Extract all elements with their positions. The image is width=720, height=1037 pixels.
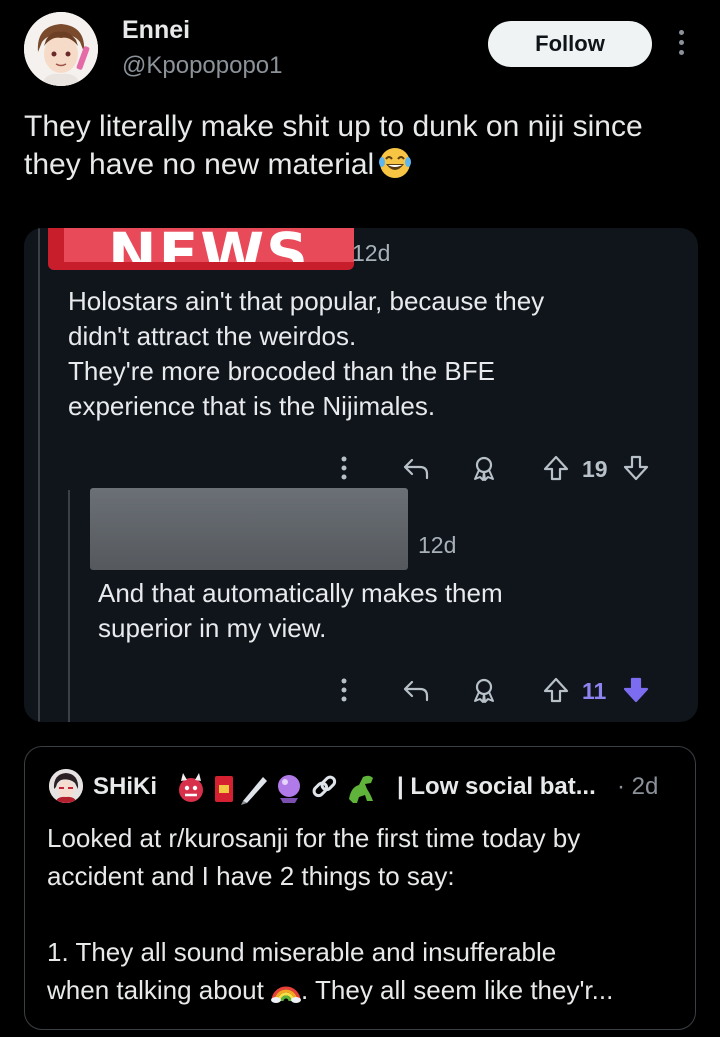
more-vertical-icon[interactable] <box>330 676 358 704</box>
link-icon <box>312 775 337 798</box>
comment-body: Holostars ain't that popular, because th… <box>68 284 678 424</box>
award-icon[interactable] <box>470 454 498 482</box>
reply-line: superior in my view. <box>98 613 327 643</box>
vote-count: 19 <box>582 456 608 482</box>
quoted-author-name: SHiKi <box>93 773 158 800</box>
reply-icon[interactable] <box>402 454 430 482</box>
more-vertical-icon[interactable] <box>330 454 358 482</box>
author-handle[interactable]: @Kpopopopo1 <box>122 52 283 80</box>
quoted-text-part2: . They all seem like they'r... <box>301 975 614 1005</box>
comment-line: didn't attract the weirdos. <box>68 321 357 351</box>
downvote-active-icon[interactable] <box>622 676 650 704</box>
reddit-screenshot[interactable]: NEWS 12d Holostars ain't that popular, b… <box>24 228 698 722</box>
news-banner-text: NEWS <box>108 228 310 262</box>
tweet-text: They literally make shit up to dunk on n… <box>24 108 696 184</box>
tweet-text-content: They literally make shit up to dunk on n… <box>24 110 643 181</box>
vote-count: 11 <box>582 678 607 704</box>
author-avatar[interactable] <box>24 12 98 86</box>
quoted-tweet-text: Looked at r/kurosanji for the first time… <box>47 819 687 1009</box>
reply-icon[interactable] <box>402 676 430 704</box>
crystal-ball-icon <box>278 775 300 803</box>
thread-line-nested <box>68 490 70 722</box>
comment-line: They're more brocoded than the BFE <box>68 356 495 386</box>
more-options-icon[interactable] <box>674 30 688 60</box>
redacted-username <box>90 488 408 570</box>
quoted-author-avatar <box>49 769 83 803</box>
news-banner: NEWS <box>48 228 354 270</box>
t-rex-icon <box>349 775 373 803</box>
upvote-icon[interactable] <box>542 676 570 704</box>
reply-time: 12d <box>418 532 457 558</box>
name-emoji-icons <box>177 771 399 805</box>
reply-body: And that automatically makes them superi… <box>98 576 678 646</box>
quoted-tweet[interactable]: SHiKi | Low social bat... · 2d Looked at… <box>24 746 696 1030</box>
award-icon[interactable] <box>470 676 498 704</box>
red-envelope-icon <box>215 776 233 802</box>
laughing-crying-emoji-icon <box>378 146 412 180</box>
follow-button[interactable]: Follow <box>488 21 652 67</box>
reply-line: And that automatically makes them <box>98 578 503 608</box>
comment-time: 12d <box>352 240 391 266</box>
author-display-name[interactable]: Ennei <box>122 16 190 45</box>
quoted-tweet-time: · 2d <box>617 773 659 800</box>
rainbow-emoji-icon <box>271 975 302 1003</box>
thread-line <box>38 228 40 722</box>
comment-line: Holostars ain't that popular, because th… <box>68 286 545 316</box>
ogre-emoji-icon <box>179 773 203 802</box>
comment-line: experience that is the Nijimales. <box>68 391 436 421</box>
downvote-icon[interactable] <box>622 454 650 482</box>
upvote-icon[interactable] <box>542 454 570 482</box>
quoted-author-name-suffix: | Low social bat... <box>397 773 596 800</box>
pen-icon <box>241 777 267 805</box>
